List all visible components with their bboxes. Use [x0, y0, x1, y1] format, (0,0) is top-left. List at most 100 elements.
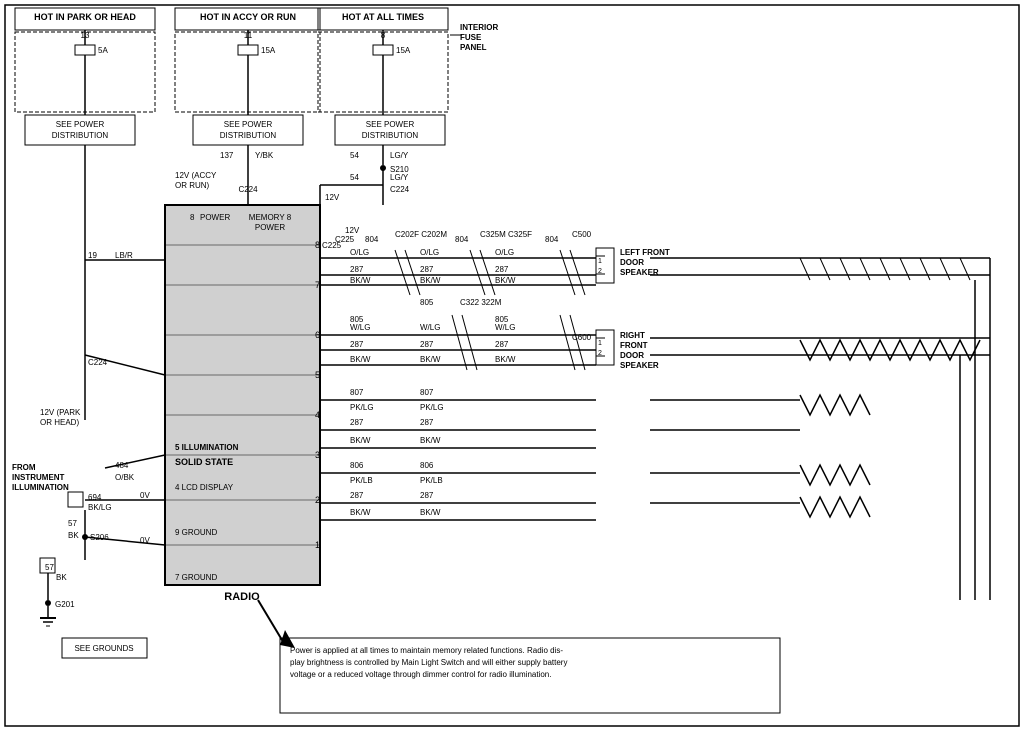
svg-text:287: 287 [350, 418, 364, 427]
svg-text:Power is applied at all times: Power is applied at all times to maintai… [290, 646, 563, 655]
svg-text:play brightness is controlled: play brightness is controlled by Main Li… [290, 658, 567, 667]
svg-text:0V: 0V [140, 491, 150, 500]
svg-text:8: 8 [315, 240, 320, 250]
svg-text:voltage or a reduced voltage t: voltage or a reduced voltage through dim… [290, 670, 551, 679]
svg-text:MEMORY 8: MEMORY 8 [249, 213, 292, 222]
svg-text:BK/W: BK/W [350, 436, 371, 445]
svg-text:LB/R: LB/R [115, 251, 133, 260]
svg-text:12V (PARK: 12V (PARK [40, 408, 81, 417]
svg-text:BK/W: BK/W [350, 508, 371, 517]
svg-text:SEE POWER: SEE POWER [224, 120, 273, 129]
svg-text:54: 54 [350, 173, 359, 182]
svg-text:W/LG: W/LG [495, 323, 515, 332]
svg-text:PANEL: PANEL [460, 43, 487, 52]
svg-text:287: 287 [350, 265, 364, 274]
svg-text:DOOR: DOOR [620, 351, 644, 360]
svg-text:DISTRIBUTION: DISTRIBUTION [362, 131, 419, 140]
svg-text:SEE POWER: SEE POWER [56, 120, 105, 129]
svg-text:4: 4 [315, 410, 320, 420]
svg-text:C225: C225 [322, 241, 342, 250]
svg-text:SOLID STATE: SOLID STATE [175, 457, 233, 467]
svg-text:57: 57 [68, 519, 77, 528]
svg-text:804: 804 [365, 235, 379, 244]
svg-text:807: 807 [420, 388, 434, 397]
svg-text:287: 287 [495, 340, 509, 349]
svg-text:DISTRIBUTION: DISTRIBUTION [220, 131, 277, 140]
svg-text:2: 2 [315, 495, 320, 505]
svg-text:FUSE: FUSE [460, 33, 482, 42]
svg-text:LG/Y: LG/Y [390, 173, 409, 182]
svg-text:287: 287 [495, 265, 509, 274]
svg-text:2: 2 [598, 350, 602, 357]
svg-text:PK/LG: PK/LG [350, 403, 374, 412]
svg-text:HOT IN ACCY OR RUN: HOT IN ACCY OR RUN [200, 12, 296, 22]
svg-text:804: 804 [545, 235, 559, 244]
svg-text:804: 804 [455, 235, 469, 244]
svg-text:12V: 12V [325, 193, 340, 202]
svg-text:9 GROUND: 9 GROUND [175, 528, 217, 537]
svg-text:15A: 15A [261, 46, 276, 55]
svg-text:806: 806 [350, 461, 364, 470]
svg-text:4 LCD DISPLAY: 4 LCD DISPLAY [175, 483, 234, 492]
svg-text:FROM: FROM [12, 463, 36, 472]
svg-text:PK/LB: PK/LB [420, 476, 443, 485]
svg-text:O/LG: O/LG [495, 248, 514, 257]
svg-text:BK/W: BK/W [350, 276, 371, 285]
svg-text:SEE POWER: SEE POWER [366, 120, 415, 129]
svg-text:BK/W: BK/W [350, 355, 371, 364]
svg-text:287: 287 [420, 418, 434, 427]
svg-text:805: 805 [420, 298, 434, 307]
svg-text:C325M C325F: C325M C325F [480, 230, 532, 239]
svg-text:287: 287 [420, 265, 434, 274]
svg-text:W/LG: W/LG [350, 323, 370, 332]
svg-text:12V (ACCY: 12V (ACCY [175, 171, 217, 180]
svg-text:5 ILLUMINATION: 5 ILLUMINATION [175, 443, 239, 452]
svg-text:12V: 12V [345, 226, 360, 235]
svg-text:287: 287 [420, 340, 434, 349]
svg-text:OR HEAD): OR HEAD) [40, 418, 79, 427]
svg-text:BK/W: BK/W [420, 355, 441, 364]
svg-text:LG/Y: LG/Y [390, 151, 409, 160]
svg-text:BK/W: BK/W [495, 355, 516, 364]
svg-text:287: 287 [350, 340, 364, 349]
svg-text:INSTRUMENT: INSTRUMENT [12, 473, 65, 482]
svg-text:LEFT FRONT: LEFT FRONT [620, 248, 670, 257]
svg-text:W/LG: W/LG [420, 323, 440, 332]
svg-text:RIGHT: RIGHT [620, 331, 645, 340]
svg-text:7: 7 [315, 280, 320, 290]
svg-text:1: 1 [598, 258, 602, 265]
svg-text:BK: BK [68, 531, 79, 540]
svg-text:287: 287 [420, 491, 434, 500]
svg-text:19: 19 [88, 251, 97, 260]
svg-text:0V: 0V [140, 536, 150, 545]
svg-text:54: 54 [350, 151, 359, 160]
svg-text:POWER: POWER [255, 223, 285, 232]
svg-text:287: 287 [350, 491, 364, 500]
wiring-diagram: HOT IN PARK OR HEAD 13 5A HOT IN ACCY OR… [0, 0, 1024, 731]
svg-text:1: 1 [315, 540, 320, 550]
svg-text:INTERIOR: INTERIOR [460, 23, 498, 32]
svg-text:G201: G201 [55, 600, 75, 609]
svg-text:2: 2 [598, 268, 602, 275]
svg-text:SEE GROUNDS: SEE GROUNDS [74, 644, 133, 653]
svg-text:3: 3 [315, 450, 320, 460]
svg-text:HOT AT ALL TIMES: HOT AT ALL TIMES [342, 12, 424, 22]
svg-text:57: 57 [45, 563, 54, 572]
svg-text:RADIO: RADIO [224, 591, 260, 603]
svg-text:O/LG: O/LG [420, 248, 439, 257]
svg-text:BK/W: BK/W [420, 508, 441, 517]
svg-text:DISTRIBUTION: DISTRIBUTION [52, 131, 109, 140]
svg-text:1: 1 [598, 340, 602, 347]
svg-text:PK/LG: PK/LG [420, 403, 444, 412]
svg-text:5: 5 [315, 370, 320, 380]
svg-text:OR RUN): OR RUN) [175, 181, 210, 190]
svg-text:Y/BK: Y/BK [255, 151, 274, 160]
svg-text:HOT IN PARK OR HEAD: HOT IN PARK OR HEAD [34, 12, 136, 22]
svg-text:POWER: POWER [200, 213, 230, 222]
svg-text:C224: C224 [390, 185, 410, 194]
svg-text:806: 806 [420, 461, 434, 470]
svg-text:DOOR: DOOR [620, 258, 644, 267]
svg-text:C322 322M: C322 322M [460, 298, 502, 307]
svg-text:BK/W: BK/W [495, 276, 516, 285]
svg-text:7 GROUND: 7 GROUND [175, 573, 217, 582]
